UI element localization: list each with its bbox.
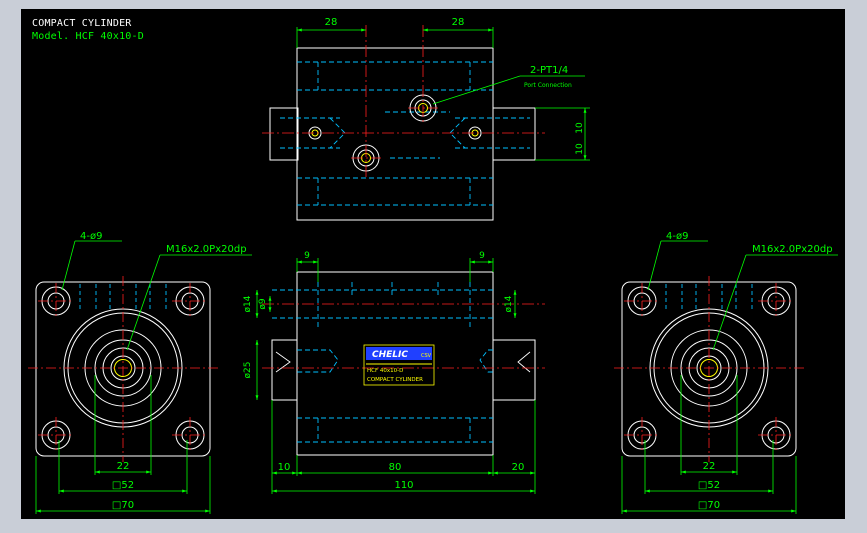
top-dim-left: 28 bbox=[325, 17, 338, 28]
nameplate-model: HCF 40x10-D bbox=[367, 368, 403, 374]
front-view: CHELIC CSV HCF 40x10-D COMPACT CYLINDER … bbox=[243, 251, 545, 494]
top-view-left-boss bbox=[269, 107, 299, 161]
left-end-view: 4-ø9 M16x2.0Px20dp 22 □52 □70 bbox=[28, 231, 252, 514]
nameplate-code: CSV bbox=[421, 353, 432, 359]
left-dim-outer: □70 bbox=[112, 500, 134, 511]
port-callout: 2-PT1/4 bbox=[530, 65, 568, 76]
right-dim-outer: □70 bbox=[698, 500, 720, 511]
left-thread-callout: M16x2.0Px20dp bbox=[166, 244, 247, 255]
nameplate-brand: CHELIC bbox=[372, 350, 408, 360]
cad-drawing: 28 28 2-PT1/4 Port Connection 10 10 4-ø9… bbox=[28, 17, 838, 514]
front-dia-9: ø9 bbox=[258, 298, 268, 310]
front-dia-25: ø25 bbox=[243, 362, 253, 379]
front-dia-14-right: ø14 bbox=[504, 295, 514, 312]
right-holes-callout: 4-ø9 bbox=[666, 231, 688, 242]
top-view: 28 28 2-PT1/4 Port Connection 10 10 bbox=[262, 17, 590, 221]
port-callout-sub: Port Connection bbox=[524, 82, 572, 89]
right-dim-mid: □52 bbox=[698, 480, 720, 491]
right-dim-inner: 22 bbox=[703, 461, 716, 472]
front-dim-top-right: 9 bbox=[479, 251, 485, 261]
top-view-right-boss bbox=[492, 107, 536, 161]
top-view-body bbox=[296, 47, 494, 221]
left-holes-callout: 4-ø9 bbox=[80, 231, 102, 242]
right-end-view: 4-ø9 M16x2.0Px20dp 22 □52 □70 bbox=[614, 231, 838, 514]
top-dim-v2: 10 bbox=[575, 143, 585, 155]
front-dim-80: 80 bbox=[389, 462, 402, 473]
top-dim-v1: 10 bbox=[575, 122, 585, 134]
front-dim-20: 20 bbox=[512, 462, 525, 473]
nameplate-name: COMPACT CYLINDER bbox=[367, 377, 423, 383]
left-dim-inner: 22 bbox=[117, 461, 130, 472]
front-dim-110: 110 bbox=[394, 480, 413, 491]
front-dim-10: 10 bbox=[278, 462, 291, 473]
left-dim-mid: □52 bbox=[112, 480, 134, 491]
right-thread-callout: M16x2.0Px20dp bbox=[752, 244, 833, 255]
top-dim-right: 28 bbox=[452, 17, 465, 28]
front-dim-top-left: 9 bbox=[304, 251, 310, 261]
front-dia-14-left: ø14 bbox=[243, 295, 253, 312]
